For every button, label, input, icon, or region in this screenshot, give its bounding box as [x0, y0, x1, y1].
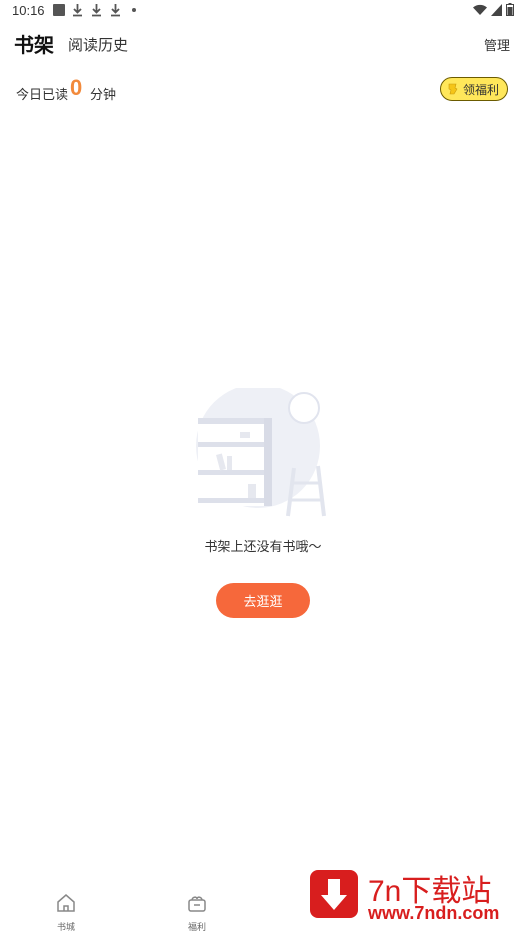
watermark-url: www.7ndn.com [368, 903, 500, 923]
battery-icon [506, 3, 514, 16]
download-icon [92, 4, 101, 17]
claim-welfare-button[interactable]: 领福利 [439, 77, 508, 101]
status-notification-icons [53, 3, 136, 17]
nav-label: 福利 [187, 923, 206, 933]
manage-button[interactable]: 管理 [484, 35, 510, 54]
download-logo-icon [310, 870, 358, 918]
nav-item-bookstore[interactable]: 书城 [46, 892, 86, 933]
top-header: 书架 阅读历史 管理 [0, 27, 526, 59]
nav-item-welfare[interactable]: 福利 [177, 892, 217, 933]
status-bar: 10:16 [0, 0, 526, 22]
gift-icon [188, 896, 206, 912]
claim-welfare-label: 领福利 [462, 82, 499, 97]
empty-message: 书架上还没有书哦～ [204, 540, 322, 555]
tab-reading-history[interactable]: 阅读历史 [68, 34, 128, 55]
browse-button[interactable]: 去逛逛 [216, 583, 310, 618]
today-read-label: 今日已读 [16, 88, 69, 103]
status-system-icons [473, 3, 514, 16]
nav-label: 书城 [56, 923, 75, 933]
more-dot-icon [132, 8, 136, 12]
download-icon [73, 4, 82, 17]
today-read-minutes: 0 [70, 75, 83, 100]
coin-icon [448, 83, 458, 95]
watermark: 7n下载站 www.7ndn.com [290, 850, 526, 935]
notification-square-icon [53, 4, 65, 16]
reading-stats: 今日已读 0 分钟 领福利 [0, 75, 526, 107]
wifi-icon [473, 4, 487, 15]
status-time: 10:16 [12, 3, 45, 18]
minutes-unit-label: 分钟 [90, 88, 117, 103]
empty-bookshelf-illustration [196, 388, 326, 517]
download-icon [111, 4, 120, 17]
tab-bookshelf[interactable]: 书架 [14, 29, 54, 58]
signal-icon [491, 3, 502, 16]
home-icon [57, 894, 75, 912]
